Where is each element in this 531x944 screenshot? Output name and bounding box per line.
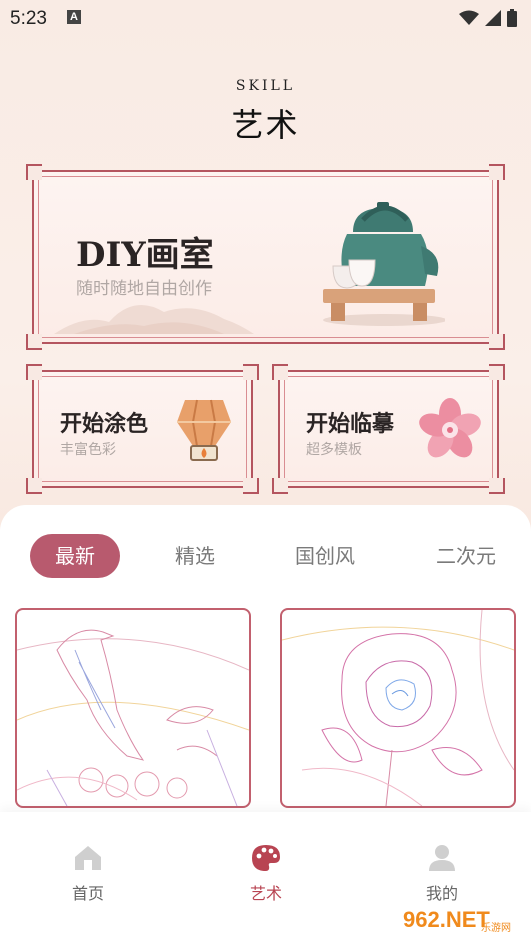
- card-subtitle: 超多模板: [306, 442, 362, 458]
- tab-latest[interactable]: 最新: [30, 534, 120, 578]
- nav-item-home[interactable]: 首页: [48, 844, 128, 904]
- tab-featured[interactable]: 精选: [150, 534, 240, 578]
- start-coloring-card[interactable]: 开始涂色 丰富色彩: [26, 364, 259, 494]
- diy-studio-banner[interactable]: DIY画室 随时随地自由创作: [26, 164, 505, 350]
- page-eyebrow: SKILL: [235, 78, 296, 94]
- artwork-thumbnail-bird[interactable]: [15, 608, 251, 808]
- notification-icon: A: [67, 10, 81, 24]
- nav-label: 艺术: [249, 884, 282, 903]
- site-watermark: 962.NET 乐游网: [397, 902, 523, 936]
- system-icons: [459, 9, 517, 27]
- card-title: 开始临摹: [306, 411, 395, 437]
- palette-icon: [252, 845, 280, 871]
- wifi-icon: [459, 10, 479, 25]
- battery-icon: [507, 9, 517, 27]
- nav-item-profile[interactable]: 我的: [402, 844, 482, 904]
- status-bar: 5:23 A: [0, 0, 531, 38]
- bird-line-art: [17, 629, 249, 806]
- card-subtitle: 丰富色彩: [60, 442, 116, 458]
- svg-text:962.NET: 962.NET: [403, 907, 490, 932]
- artwork-thumbnail-rose[interactable]: [280, 608, 516, 808]
- start-tracing-card[interactable]: 开始临摹 超多模板: [272, 364, 505, 494]
- tab-guochao[interactable]: 国创风: [280, 534, 370, 578]
- tab-anime[interactable]: 二次元: [420, 534, 512, 578]
- status-time: 5:23: [10, 8, 47, 29]
- person-icon: [429, 845, 455, 871]
- category-tabs: 最新 精选 国创风 二次元: [0, 534, 531, 580]
- teapot-icon: [323, 202, 445, 326]
- banner-title: DIY画室: [76, 235, 214, 275]
- signal-icon: [485, 10, 501, 26]
- svg-text:乐游网: 乐游网: [481, 921, 511, 934]
- nav-label: 首页: [71, 884, 104, 903]
- watermark-logo: 962.NET 乐游网: [397, 906, 523, 934]
- page-title: 艺术: [231, 106, 300, 144]
- flower-icon: [419, 398, 481, 458]
- card-title: 开始涂色: [60, 411, 149, 437]
- home-icon: [75, 846, 101, 870]
- banner-subtitle: 随时随地自由创作: [76, 279, 212, 299]
- lantern-icon: [177, 399, 231, 461]
- nav-label: 我的: [425, 884, 458, 903]
- nav-item-art[interactable]: 艺术: [226, 844, 306, 904]
- rose-line-art: [282, 610, 514, 806]
